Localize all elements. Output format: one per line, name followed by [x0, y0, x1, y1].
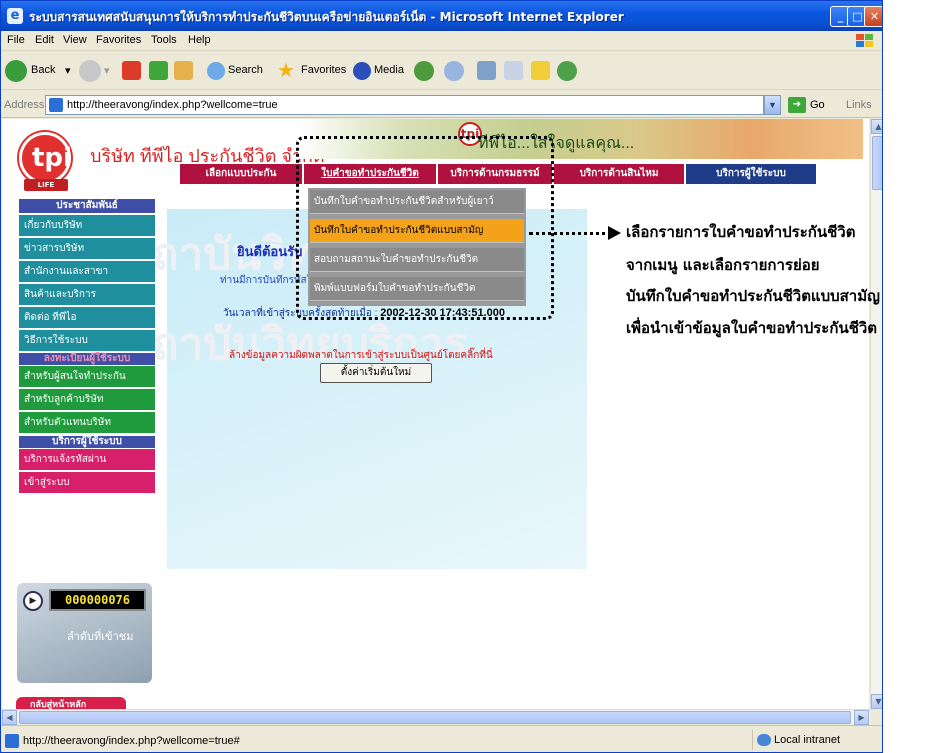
back-home-button[interactable]: กลับสู่หน้าหลัก: [16, 697, 126, 709]
annotation-line-2: จากเมนู และเลือกรายการย่อย: [626, 256, 820, 274]
annotation-line-1: เลือกรายการใบคำขอทำประกันชีวิต: [626, 223, 856, 241]
annotation-line-3: บันทึกใบคำขอทำประกันชีวิตแบบสามัญ: [626, 287, 880, 305]
nav-claim-service[interactable]: บริการด้านสินไหม: [554, 164, 684, 184]
logo-sub: LIFE: [24, 179, 68, 191]
go-arrow-icon[interactable]: ➔: [788, 97, 806, 113]
address-input[interactable]: http://theeravong/index.php?wellcome=tru…: [45, 95, 764, 115]
forward-arrow-icon[interactable]: [79, 60, 101, 82]
counter-value: 000000076: [49, 589, 146, 611]
sidebar-item-news[interactable]: ข่าวสารบริษัท: [19, 238, 155, 260]
annotation-arrow-icon: [608, 226, 621, 240]
title-bar[interactable]: e ระบบสารสนเทศสนับสนุนการให้บริการทำประก…: [1, 1, 882, 31]
sidebar-head-register: ลงทะเบียนผู้ใช้ระบบ: [19, 353, 155, 365]
favorites-button[interactable]: Favorites: [301, 64, 346, 76]
media-icon[interactable]: [353, 62, 371, 80]
address-bar: Address http://theeravong/index.php?well…: [1, 91, 882, 118]
annotation-arrow-line: [529, 232, 613, 235]
screenshot: e ระบบสารสนเทศสนับสนุนการให้บริการทำประก…: [0, 0, 952, 753]
forward-dropdown-icon[interactable]: ▾: [104, 64, 110, 77]
sidebar-item-products[interactable]: สินค้าและบริการ: [19, 284, 155, 306]
menu-favorites[interactable]: Favorites: [96, 34, 141, 46]
status-url: http://theeravong/index.php?wellcome=tru…: [23, 735, 240, 747]
logo-text: tpi: [32, 143, 72, 173]
mail-icon[interactable]: [444, 61, 464, 81]
refresh-icon[interactable]: [149, 61, 168, 80]
vertical-scroll-thumb[interactable]: [872, 136, 882, 190]
nav-user-service[interactable]: บริการผู้ใช้ระบบ: [686, 164, 816, 184]
address-url[interactable]: http://theeravong/index.php?wellcome=tru…: [67, 99, 278, 111]
company-logo[interactable]: tpi LIFE: [19, 132, 72, 191]
stop-icon[interactable]: [122, 61, 141, 80]
sidebar-item-about[interactable]: เกี่ยวกับบริษัท: [19, 215, 155, 237]
horizontal-scroll-thumb[interactable]: [19, 711, 851, 724]
go-button[interactable]: Go: [810, 99, 825, 111]
menu-bar: File Edit View Favorites Tools Help: [1, 31, 882, 51]
sidebar-item-branches[interactable]: สำนักงานและสาขา: [19, 261, 155, 283]
sidebar-item-login[interactable]: เข้าสู่ระบบ: [19, 472, 155, 494]
menu-edit[interactable]: Edit: [35, 34, 54, 46]
address-label: Address: [4, 99, 45, 111]
messenger-icon[interactable]: [557, 61, 577, 81]
scroll-left-icon[interactable]: ◀: [2, 710, 17, 725]
back-button[interactable]: Back: [31, 64, 55, 76]
counter-label: ลำดับที่เข้าชม: [67, 631, 134, 643]
menu-tools[interactable]: Tools: [151, 34, 177, 46]
reset-button[interactable]: ตั้งค่าเริ่มต้นใหม่: [320, 363, 432, 383]
history-icon[interactable]: [414, 61, 434, 81]
security-zone: Local intranet: [752, 730, 870, 750]
sidebar-item-howto[interactable]: วิธีการใช้ระบบ: [19, 330, 155, 352]
scroll-down-icon[interactable]: ▼: [871, 694, 882, 709]
sidebar-item-customer[interactable]: สำหรับลูกค้าบริษัท: [19, 389, 155, 411]
welcome-heading: ยินดีต้อนรับ: [237, 244, 303, 259]
reset-message[interactable]: ล้างข้อมูลความผิดพลาดในการเข้าสู่ระบบเป็…: [229, 348, 493, 363]
print-icon[interactable]: [477, 61, 496, 80]
back-dropdown-icon[interactable]: ▾: [65, 64, 71, 77]
menu-help[interactable]: Help: [188, 34, 211, 46]
menu-file[interactable]: File: [7, 34, 25, 46]
favorites-star-icon[interactable]: ★: [277, 58, 295, 83]
highlight-callout: [296, 136, 554, 320]
ie-icon: e: [7, 8, 23, 24]
menu-view[interactable]: View: [63, 34, 87, 46]
sidebar-item-agent[interactable]: สำหรับตัวแทนบริษัท: [19, 412, 155, 434]
close-button[interactable]: ✕: [864, 6, 882, 27]
toolbar: Back ▾ ▾ Search ★ Favorites Media: [1, 52, 882, 90]
intranet-icon: [757, 734, 771, 747]
status-bar: http://theeravong/index.php?wellcome=tru…: [1, 725, 882, 752]
sidebar-item-prospect[interactable]: สำหรับผู้สนใจทำประกัน: [19, 366, 155, 388]
window-title: ระบบสารสนเทศสนับสนุนการให้บริการทำประกัน…: [29, 10, 624, 24]
address-dropdown-icon[interactable]: ▼: [764, 95, 781, 115]
vertical-scrollbar[interactable]: ▲ ▼: [870, 119, 882, 709]
page-icon: [49, 98, 63, 112]
windows-logo-icon: [856, 34, 873, 47]
scroll-up-icon[interactable]: ▲: [871, 119, 882, 134]
sidebar-head-pr: ประชาสัมพันธ์: [19, 199, 155, 213]
sidebar-item-password[interactable]: บริการแจ้งรหัสผ่าน: [19, 449, 155, 471]
sidebar-item-contact[interactable]: ติดต่อ ทีพีไอ: [19, 307, 155, 329]
annotation-line-4: เพื่อนำเข้าข้อมูลใบคำขอทำประกันชีวิต: [626, 319, 878, 337]
links-button[interactable]: Links: [846, 99, 872, 111]
play-icon[interactable]: ▶: [23, 591, 43, 611]
visitor-counter: ▶ 000000076 ลำดับที่เข้าชม: [17, 583, 152, 683]
folder-icon[interactable]: [531, 61, 550, 80]
home-icon[interactable]: [174, 61, 193, 80]
page-content: ถาบันวิทยบริการ ถาบันวิทยบริการ tpi LIFE…: [2, 119, 869, 709]
ie-window: e ระบบสารสนเทศสนับสนุนการให้บริการทำประก…: [0, 0, 883, 753]
sidebar-head-user-service: บริการผู้ใช้ระบบ: [19, 436, 155, 448]
status-page-icon: [5, 734, 19, 748]
horizontal-scrollbar[interactable]: ◀ ▶: [2, 709, 870, 725]
search-button[interactable]: Search: [228, 64, 263, 76]
nav-choose-plan[interactable]: เลือกแบบประกัน: [180, 164, 302, 184]
scroll-right-icon[interactable]: ▶: [854, 710, 869, 725]
edit-icon[interactable]: [504, 61, 523, 80]
media-button[interactable]: Media: [374, 64, 404, 76]
back-arrow-icon[interactable]: [5, 60, 27, 82]
search-icon[interactable]: [207, 62, 225, 80]
zone-label: Local intranet: [774, 734, 841, 746]
